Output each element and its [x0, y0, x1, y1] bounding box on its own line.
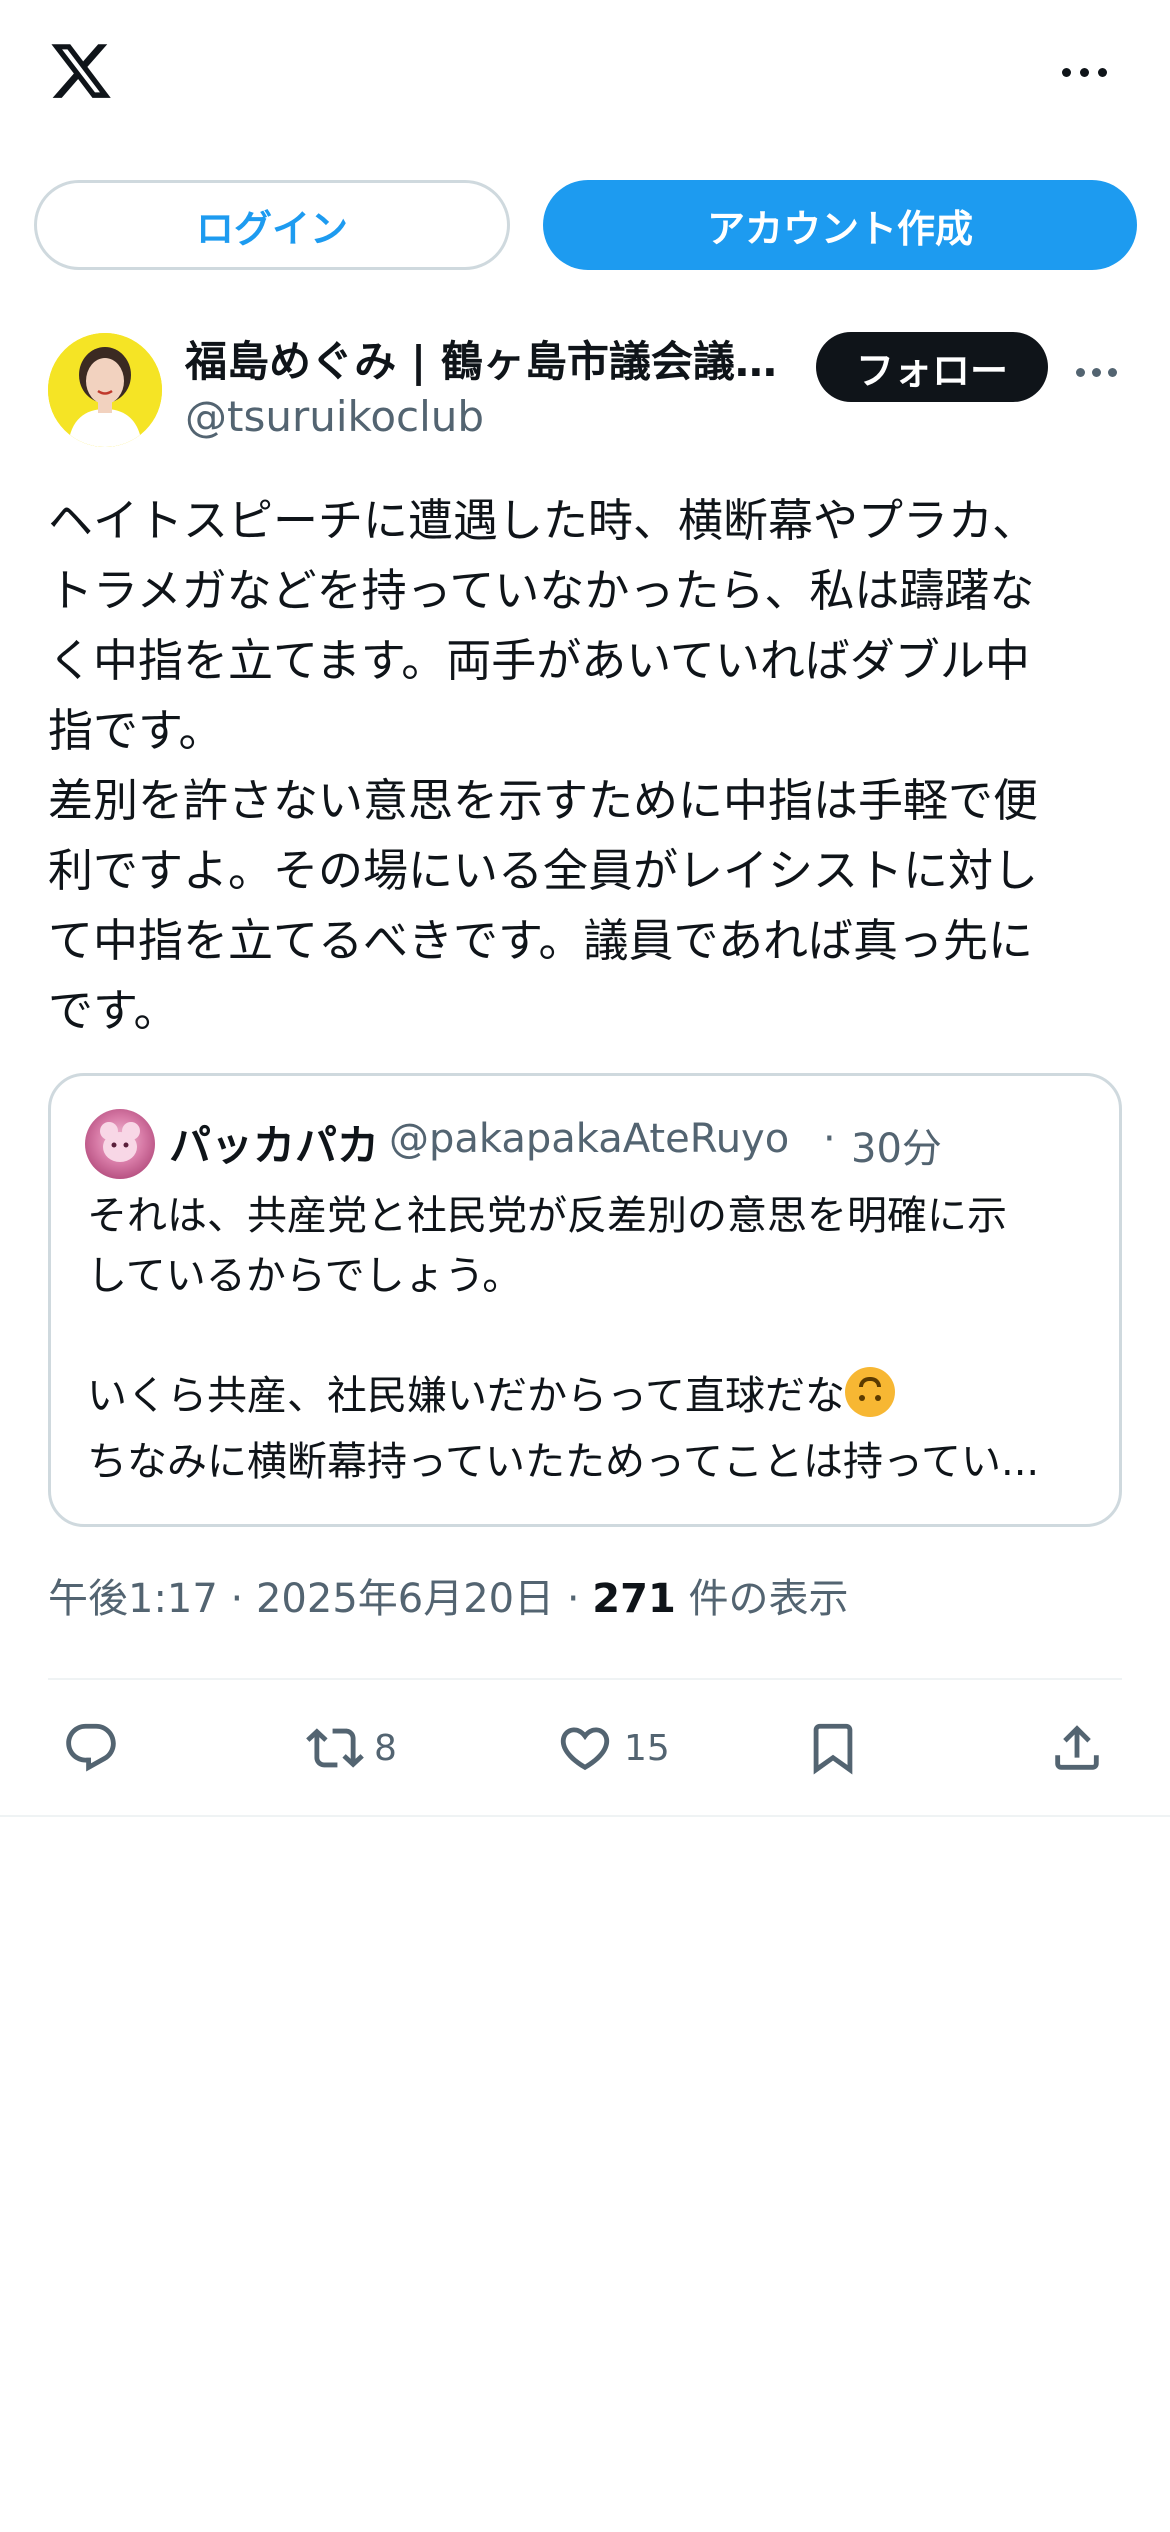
- post-more-icon[interactable]: [1074, 352, 1120, 392]
- quote-time: 30分: [851, 1126, 942, 1172]
- separator-dot: ·: [230, 1576, 256, 1622]
- separator-dot: ·: [823, 1116, 836, 1162]
- author-photo: [48, 333, 162, 447]
- views-count: 271: [592, 1576, 676, 1622]
- top-bar: [0, 0, 1170, 160]
- quoted-post[interactable]: パッカパカ @pakapakaAteRuyo · 30分 それは、共産党と社民党…: [48, 1073, 1122, 1527]
- share-button[interactable]: [1048, 1718, 1106, 1778]
- quote-author-avatar: [85, 1109, 155, 1179]
- author-handle[interactable]: @tsuruikoclub: [185, 392, 484, 441]
- post-date[interactable]: 2025年6月20日: [256, 1576, 554, 1622]
- bookmark-icon: [813, 1723, 853, 1775]
- divider: [48, 1678, 1122, 1680]
- separator-dot: ·: [566, 1576, 593, 1622]
- like-button[interactable]: 15: [556, 1718, 670, 1778]
- retweet-icon: [306, 1728, 364, 1768]
- more-horizontal-icon[interactable]: [1060, 52, 1112, 92]
- reply-button[interactable]: [62, 1718, 120, 1778]
- author-avatar[interactable]: [48, 333, 162, 447]
- author-name[interactable]: 福島めぐみ | 鶴ヶ島市議会議…: [185, 328, 785, 389]
- retweet-count: 8: [374, 1727, 397, 1769]
- quote-text-truncated: ちなみに横断幕持っていたためってことは持ってい...: [87, 1439, 1040, 1485]
- share-icon: [1055, 1725, 1099, 1770]
- like-count: 15: [624, 1727, 670, 1769]
- reply-icon: [66, 1723, 116, 1772]
- upside-down-face-icon: [845, 1367, 895, 1417]
- login-button[interactable]: ログイン: [34, 180, 510, 270]
- divider: [0, 1815, 1170, 1817]
- post-meta: 午後1:17 · 2025年6月20日 · 271 件の表示: [48, 1566, 849, 1624]
- bookmark-button[interactable]: [804, 1718, 862, 1778]
- quote-author-handle: @pakapakaAteRuyo: [389, 1116, 790, 1162]
- views-label: 件の表示: [688, 1576, 849, 1622]
- follow-button[interactable]: フォロー: [816, 332, 1048, 402]
- post-text: ヘイトスピーチに遭遇した時、横断幕やプラカ、 トラメガなどを持っていなかったら、…: [48, 494, 1039, 1037]
- heart-icon: [560, 1727, 610, 1771]
- create-account-button[interactable]: アカウント作成: [543, 180, 1137, 270]
- quote-author-name: パッカパカ: [169, 1121, 380, 1170]
- quote-text: それは、共産党と社民党が反差別の意思を明確に示 しているからでしょう。 いくら共…: [87, 1193, 1007, 1419]
- post-time[interactable]: 午後1:17: [48, 1576, 218, 1622]
- x-logo-icon[interactable]: [48, 38, 114, 104]
- retweet-button[interactable]: 8: [306, 1718, 397, 1778]
